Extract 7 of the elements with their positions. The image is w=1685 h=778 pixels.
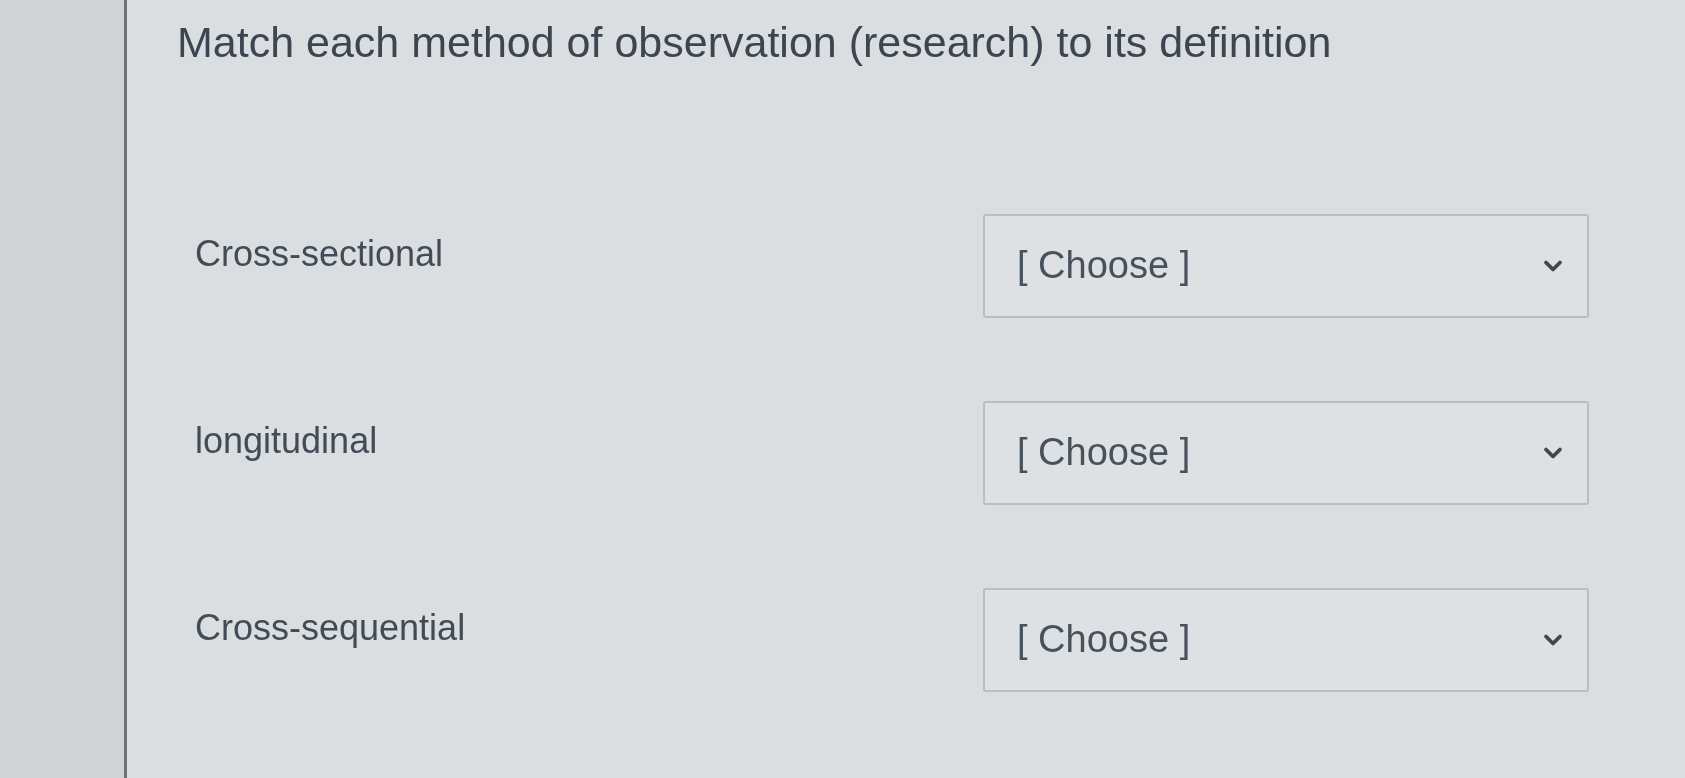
question-title: Match each method of observation (research) to its definition bbox=[177, 17, 1332, 68]
choose-dropdown[interactable]: [ Choose ] bbox=[983, 587, 1589, 692]
term-label: Cross-sectional bbox=[195, 232, 444, 275]
term-label: longitudinal bbox=[195, 419, 378, 462]
term-label: Cross-sequential bbox=[195, 606, 466, 649]
choose-dropdown[interactable]: [ Choose ] bbox=[983, 213, 1589, 318]
choose-dropdown[interactable]: [ Choose ] bbox=[983, 400, 1589, 505]
